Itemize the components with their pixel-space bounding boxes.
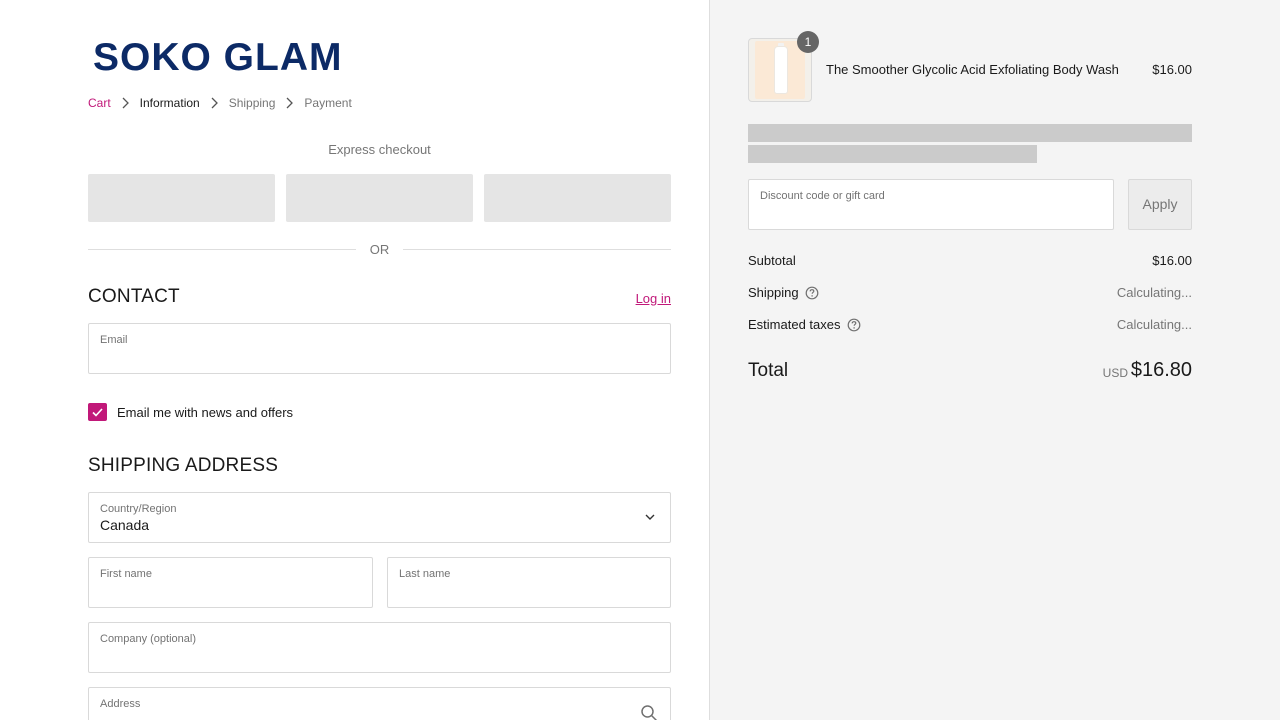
- brand-logo[interactable]: SOKO GLAM: [93, 38, 343, 78]
- newsletter-option[interactable]: Email me with news and offers: [88, 403, 293, 421]
- subtotal-value: $16.00: [1152, 253, 1192, 268]
- chevron-down-icon: [645, 514, 655, 520]
- quantity-badge: 1: [797, 31, 819, 53]
- currency-code: USD: [1102, 366, 1128, 380]
- taxes-label: Estimated taxes: [748, 317, 861, 332]
- product-image: [755, 41, 805, 99]
- breadcrumb-payment: Payment: [304, 96, 352, 110]
- country-select[interactable]: Country/Region Canada: [88, 492, 671, 543]
- address-field[interactable]: Address: [88, 687, 671, 720]
- express-checkout-title: Express checkout: [328, 142, 431, 157]
- chevron-right-icon: [200, 96, 229, 110]
- email-field[interactable]: Email: [88, 323, 671, 374]
- express-pay-button-1[interactable]: [88, 174, 275, 222]
- last-name-field[interactable]: Last name: [387, 557, 671, 608]
- checkmark-icon: [92, 407, 103, 417]
- country-label: Country/Region: [100, 503, 177, 515]
- subtotal-label: Subtotal: [748, 253, 796, 268]
- chevron-right-icon: [275, 96, 304, 110]
- newsletter-checkbox[interactable]: [88, 403, 107, 421]
- loading-placeholder-line: [748, 145, 1037, 163]
- express-pay-button-2[interactable]: [286, 174, 473, 222]
- total-label: Total: [748, 360, 789, 381]
- taxes-value: Calculating...: [1116, 317, 1192, 332]
- breadcrumb-information: Information: [139, 96, 200, 110]
- contact-heading: CONTACT: [88, 286, 180, 307]
- shipping-value: Calculating...: [1116, 285, 1192, 300]
- breadcrumb: Cart Information Shipping Payment: [88, 96, 352, 110]
- product-name: The Smoother Glycolic Acid Exfoliating B…: [826, 62, 1119, 77]
- help-icon[interactable]: [805, 286, 819, 300]
- newsletter-label: Email me with news and offers: [117, 404, 294, 420]
- login-link[interactable]: Log in: [636, 291, 671, 306]
- shipping-row: Shipping Calculating...: [748, 285, 1192, 305]
- breadcrumb-cart[interactable]: Cart: [88, 96, 111, 110]
- breadcrumb-shipping: Shipping: [228, 96, 276, 110]
- total-value: $16.80: [1130, 359, 1192, 381]
- shipping-address-heading: SHIPPING ADDRESS: [88, 455, 279, 476]
- company-field[interactable]: Company (optional): [88, 622, 671, 673]
- country-value: Canada: [100, 517, 150, 533]
- last-name-label: Last name: [399, 568, 451, 580]
- shipping-label: Shipping: [748, 285, 819, 300]
- loading-placeholder-line: [748, 124, 1192, 142]
- apply-discount-button[interactable]: Apply: [1128, 179, 1192, 230]
- first-name-field[interactable]: First name: [88, 557, 373, 608]
- company-label: Company (optional): [100, 633, 196, 645]
- or-divider: OR: [88, 241, 671, 259]
- express-pay-button-3[interactable]: [484, 174, 671, 222]
- total-row: Total USD $16.80: [748, 358, 1192, 386]
- subtotal-row: Subtotal $16.00: [748, 253, 1192, 273]
- taxes-row: Estimated taxes Calculating...: [748, 317, 1192, 337]
- help-icon[interactable]: [847, 318, 861, 332]
- product-price: $16.00: [1152, 62, 1192, 77]
- discount-code-field[interactable]: Discount code or gift card: [748, 179, 1114, 230]
- email-label: Email: [100, 334, 128, 346]
- address-label: Address: [100, 698, 141, 710]
- chevron-right-icon: [111, 96, 140, 110]
- or-label: OR: [369, 242, 390, 257]
- discount-code-label: Discount code or gift card: [760, 190, 885, 202]
- search-icon[interactable]: [640, 704, 658, 720]
- first-name-label: First name: [100, 568, 152, 580]
- bottle-shape: [775, 47, 787, 93]
